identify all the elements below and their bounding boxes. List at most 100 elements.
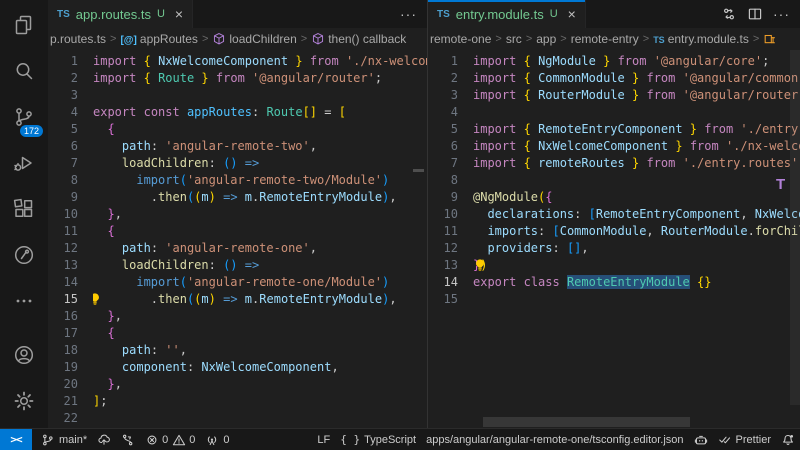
activity-bar-item-more-views[interactable] (0, 280, 48, 326)
status-eol-indicator[interactable]: LF (312, 429, 335, 450)
line-number[interactable]: 6 (428, 138, 458, 155)
breadcrumb-item[interactable]: remote-one (430, 32, 491, 46)
line-number[interactable]: 10 (48, 206, 78, 223)
breadcrumb-item[interactable]: p.routes.ts (50, 32, 106, 46)
activity-bar-item-extensions[interactable] (0, 188, 48, 234)
line-number[interactable]: 1 (428, 53, 458, 70)
breadcrumb-item[interactable]: TSentry.module.ts (653, 32, 749, 46)
code-line[interactable]: 6import { NxWelcomeComponent } from './n… (428, 138, 800, 155)
code-line[interactable]: 13}) (428, 257, 800, 274)
line-number[interactable]: 12 (428, 240, 458, 257)
code-line[interactable]: 15 .then((m) => m.RemoteEntryModule), (48, 291, 427, 308)
breadcrumb-item[interactable] (763, 32, 777, 46)
line-number[interactable]: 2 (48, 70, 78, 87)
line-number[interactable]: 15 (428, 291, 458, 308)
breadcrumb-item[interactable]: [@]appRoutes (120, 32, 197, 46)
line-number[interactable]: 7 (48, 155, 78, 172)
close-tab-icon[interactable]: × (568, 7, 576, 21)
line-number[interactable]: 16 (48, 308, 78, 325)
split-editor-icon[interactable] (747, 6, 763, 22)
code-line[interactable]: 11 imports: [CommonModule, RouterModule.… (428, 223, 800, 240)
line-number[interactable]: 12 (48, 240, 78, 257)
breadcrumb-item[interactable]: then() callback (311, 32, 406, 46)
status-formatter-prettier[interactable]: Prettier (713, 429, 776, 450)
editor-entry-module[interactable]: 1import { NgModule } from '@angular/core… (428, 50, 800, 428)
line-number[interactable]: 18 (48, 342, 78, 359)
code-line[interactable]: 18 path: '', (48, 342, 427, 359)
line-number[interactable]: 9 (48, 189, 78, 206)
activity-bar-item-source-control[interactable]: 172 (0, 96, 48, 142)
breadcrumb-item[interactable]: src (506, 32, 522, 46)
line-number[interactable]: 15 (48, 291, 78, 308)
lightbulb-icon[interactable] (473, 258, 487, 273)
code-line[interactable]: 14export class RemoteEntryModule {} (428, 274, 800, 291)
code-line[interactable]: 19 component: NxWelcomeComponent, (48, 359, 427, 376)
horizontal-scrollbar[interactable] (483, 417, 690, 427)
code-line[interactable]: 1import { NgModule } from '@angular/core… (428, 53, 800, 70)
line-number[interactable]: 9 (428, 189, 458, 206)
code-line[interactable]: 17 { (48, 325, 427, 342)
line-number[interactable]: 21 (48, 393, 78, 410)
code-line[interactable]: 20 }, (48, 376, 427, 393)
code-line[interactable]: 4export const appRoutes: Route[] = [ (48, 104, 427, 121)
activity-bar-item-run-and-debug[interactable] (0, 142, 48, 188)
line-number[interactable]: 14 (48, 274, 78, 291)
activity-bar-item-accounts[interactable] (0, 334, 48, 380)
code-line[interactable]: 9@NgModule({ (428, 189, 800, 206)
line-number[interactable]: 19 (48, 359, 78, 376)
status-copilot[interactable] (689, 429, 713, 450)
line-number[interactable]: 22 (48, 410, 78, 427)
vertical-scrollbar[interactable] (790, 50, 800, 405)
activity-bar-item-nx-console[interactable] (0, 234, 48, 280)
line-number[interactable]: 3 (48, 87, 78, 104)
breadcrumb-item[interactable]: loadChildren (212, 32, 296, 46)
code-line[interactable]: 8 import('angular-remote-two/Module') (48, 172, 427, 189)
code-line[interactable]: 2import { Route } from '@angular/router'… (48, 70, 427, 87)
code-line[interactable]: 5import { RemoteEntryComponent } from '.… (428, 121, 800, 138)
more-actions-icon[interactable]: ··· (400, 6, 417, 22)
code-line[interactable]: 2import { CommonModule } from '@angular/… (428, 70, 800, 87)
code-line[interactable]: 10 declarations: [RemoteEntryComponent, … (428, 206, 800, 223)
breadcrumb-item[interactable]: app (536, 32, 556, 46)
status-notifications[interactable] (776, 429, 800, 450)
activity-bar-item-search[interactable] (0, 50, 48, 96)
code-line[interactable]: 7 loadChildren: () => (48, 155, 427, 172)
code-line[interactable]: 22 (48, 410, 427, 427)
tab-app-routes[interactable]: TS app.routes.ts U × (48, 0, 193, 28)
code-line[interactable]: 8 (428, 172, 800, 189)
code-line[interactable]: 12 providers: [], (428, 240, 800, 257)
status-publish-changes[interactable] (92, 429, 116, 450)
code-line[interactable]: 14 import('angular-remote-one/Module') (48, 274, 427, 291)
tab-entry-module[interactable]: TS entry.module.ts U × (428, 0, 586, 28)
code-line[interactable]: 15 (428, 291, 800, 308)
line-number[interactable]: 13 (428, 257, 458, 274)
line-number[interactable]: 13 (48, 257, 78, 274)
code-line[interactable]: 6 path: 'angular-remote-two', (48, 138, 427, 155)
line-number[interactable]: 10 (428, 206, 458, 223)
code-line[interactable]: 4 (428, 104, 800, 121)
line-number[interactable]: 8 (48, 172, 78, 189)
line-number[interactable]: 7 (428, 155, 458, 172)
line-number[interactable]: 4 (48, 104, 78, 121)
line-number[interactable]: 17 (48, 325, 78, 342)
code-line[interactable]: 13 loadChildren: () => (48, 257, 427, 274)
line-number[interactable]: 1 (48, 53, 78, 70)
close-tab-icon[interactable]: × (175, 7, 183, 21)
code-line[interactable]: 3import { RouterModule } from '@angular/… (428, 87, 800, 104)
code-line[interactable]: 11 { (48, 223, 427, 240)
open-changes-icon[interactable] (721, 6, 737, 22)
status-tsconfig-status[interactable]: apps/angular/angular-remote-one/tsconfig… (421, 429, 688, 450)
code-line[interactable]: 12 path: 'angular-remote-one', (48, 240, 427, 257)
status-problems[interactable]: 00 (140, 429, 200, 450)
line-number[interactable]: 20 (48, 376, 78, 393)
line-number[interactable]: 11 (48, 223, 78, 240)
breadcrumb-item[interactable]: remote-entry (571, 32, 639, 46)
line-number[interactable]: 4 (428, 104, 458, 121)
editor-app-routes[interactable]: 1import { NxWelcomeComponent } from './n… (48, 50, 427, 428)
code-line[interactable]: 16 }, (48, 308, 427, 325)
line-number[interactable]: 5 (48, 121, 78, 138)
status-forwarded-ports[interactable]: 0 (200, 429, 234, 450)
line-number[interactable]: 2 (428, 70, 458, 87)
status-remote-indicator[interactable]: >< (0, 429, 32, 450)
activity-bar-item-explorer[interactable] (0, 4, 48, 50)
